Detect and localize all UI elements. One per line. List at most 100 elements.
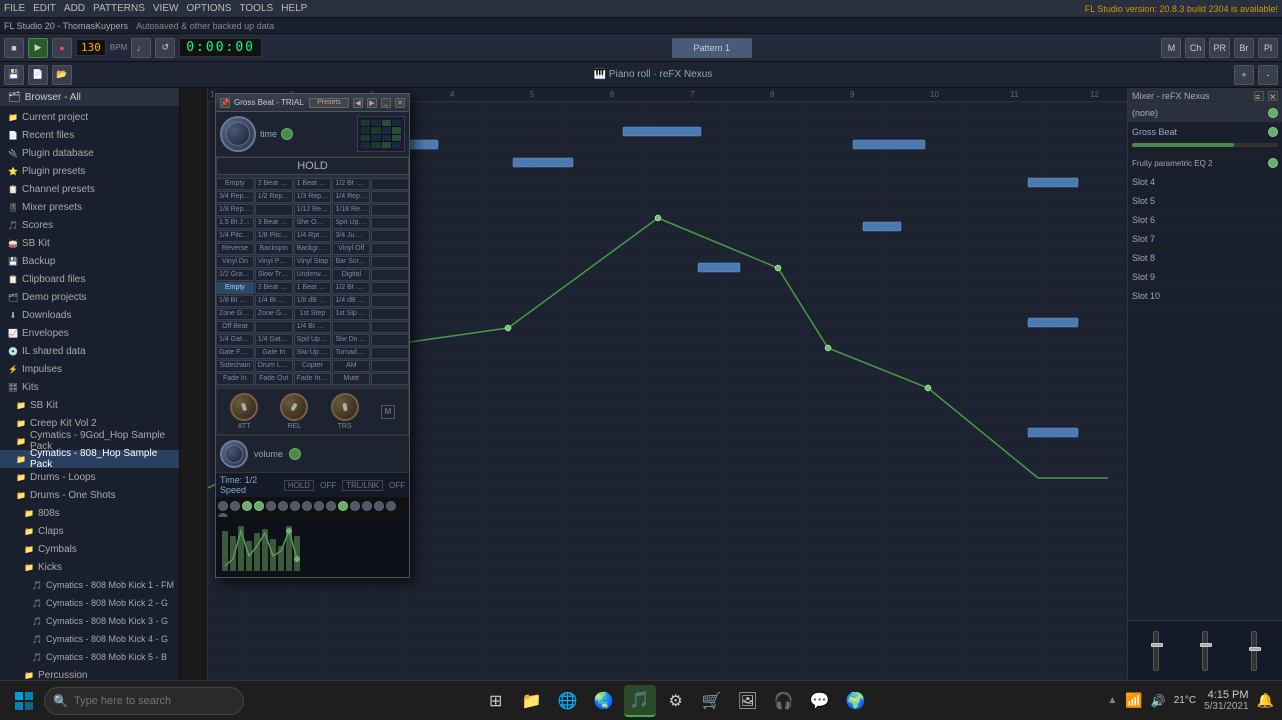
menu-view[interactable]: VIEW (153, 3, 179, 14)
pattern-selector[interactable]: Pattern 1 (672, 38, 752, 58)
sidebar-item-clipboard[interactable]: 📋 Clipboard files (0, 270, 179, 288)
preset-slwdngate[interactable]: Slw Dn Gate (332, 334, 370, 346)
preset-zone1[interactable]: Zone Gate 1 (216, 308, 254, 320)
hold-status-btn[interactable]: HOLD (284, 480, 314, 491)
preset-18btgate[interactable]: 1/8 Bt Gate (216, 295, 254, 307)
plugin-next-btn[interactable]: ▶ (367, 98, 377, 108)
preset-drumloop[interactable]: Drum Loop (255, 360, 293, 372)
preset-13[interactable]: 1/3 Repeat (294, 191, 332, 203)
preset-vinylstop[interactable]: Vinyl Stop (294, 256, 332, 268)
preset-half[interactable]: 1/2 Bt Gate (332, 178, 370, 190)
preset-fadeout[interactable]: Fade Out (255, 373, 293, 385)
seq-step-4[interactable] (254, 501, 264, 511)
preset-digital[interactable]: Digital (332, 269, 370, 281)
master-fader-track[interactable] (1153, 631, 1159, 671)
sidebar-item-backup[interactable]: 💾 Backup (0, 252, 179, 270)
preset-gatefade[interactable]: Gate Fade (216, 347, 254, 359)
new-btn[interactable]: 📄 (28, 65, 48, 85)
preset-zone2[interactable]: Zone Gate 2 (255, 308, 293, 320)
plugin-minimize-btn[interactable]: _ (381, 98, 391, 108)
sidebar-item-percussion[interactable]: 📁 Percussion (0, 666, 179, 680)
metronome-btn[interactable]: ♩ (131, 38, 151, 58)
menu-file[interactable]: FILE (4, 3, 25, 14)
mixer-ch-slot6[interactable]: Slot 6 (1128, 211, 1282, 230)
sidebar-item-808s[interactable]: 📁 808s (0, 504, 179, 522)
preset-empty7[interactable] (371, 230, 409, 242)
preset-spit[interactable]: Spit Up Rpt (332, 217, 370, 229)
zoom-out-btn[interactable]: - (1258, 65, 1278, 85)
rel-knob[interactable] (280, 393, 308, 421)
menu-tools[interactable]: TOOLS (239, 3, 273, 14)
preset-pitch14dn[interactable]: 1/4 Pitch Dn (216, 230, 254, 242)
spotify-taskbar-btn[interactable]: 🎧 (768, 685, 800, 717)
preset-empty18[interactable] (371, 347, 409, 359)
browser-btn[interactable]: Br (1234, 38, 1254, 58)
seq-step-1[interactable] (218, 501, 228, 511)
ch3-fader-handle[interactable] (1249, 647, 1261, 651)
browser-header[interactable]: 🗂 Browser - All (0, 88, 179, 106)
preset-empty8[interactable] (371, 243, 409, 255)
sidebar-item-claps[interactable]: 📁 Claps (0, 522, 179, 540)
trs-knob[interactable] (331, 393, 359, 421)
seq-step-12[interactable] (350, 501, 360, 511)
sidebar-item-cymbals[interactable]: 📁 Cymbals (0, 540, 179, 558)
menu-options[interactable]: OPTIONS (186, 3, 231, 14)
start-button[interactable] (8, 685, 40, 717)
seq-step-15[interactable] (386, 501, 396, 511)
browser2-taskbar-btn[interactable]: 🌍 (840, 685, 872, 717)
ch-gb-dot[interactable] (1268, 127, 1278, 137)
sidebar-item-kick2[interactable]: 🎵 Cymatics - 808 Mob Kick 2 - G (0, 594, 179, 612)
preset-1beatgate[interactable]: 1 Beat Gate (294, 282, 332, 294)
mixer-ch-fruityeq[interactable]: Fruity parametric EQ 2 (1128, 154, 1282, 173)
sidebar-item-kick1[interactable]: 🎵 Cymatics - 808 Mob Kick 1 - FM (0, 576, 179, 594)
plugins-btn[interactable]: Pl (1258, 38, 1278, 58)
loop-btn[interactable]: ↺ (155, 38, 175, 58)
ch-eq-dot[interactable] (1268, 158, 1278, 168)
settings-taskbar-btn[interactable]: ⚙ (660, 685, 692, 717)
preset-empty11[interactable] (371, 282, 409, 294)
preset-1beat[interactable]: 1 Beat Rpt (294, 178, 332, 190)
mixer-menu-btn[interactable]: ≡ (1254, 91, 1264, 101)
preset-12grams[interactable]: 1/2 Grams (216, 269, 254, 281)
sidebar-item-il-shared[interactable]: 💿 IL shared data (0, 342, 179, 360)
preset-empty12[interactable] (371, 295, 409, 307)
preset-fadein[interactable]: Fade In (216, 373, 254, 385)
sidebar-item-mixer-presets[interactable]: 🎚 Mixer presets (0, 198, 179, 216)
preset-empty10[interactable] (371, 269, 409, 281)
edge-btn[interactable]: 🌐 (552, 685, 584, 717)
mixer-btn[interactable]: M (1161, 38, 1181, 58)
time-knob[interactable] (220, 116, 256, 152)
preset-underwater[interactable]: Underwater (294, 269, 332, 281)
record-button[interactable]: ● (52, 38, 72, 58)
preset-gate-empty[interactable]: Empty (216, 282, 254, 294)
preset-juggle15[interactable]: 1.5 Bt Juggle (216, 217, 254, 229)
ch-active-dot[interactable] (1268, 108, 1278, 118)
mixer-ch-slot10[interactable]: Slot 10 (1128, 287, 1282, 306)
clock[interactable]: 4:15 PM 5/31/2021 (1204, 689, 1249, 712)
preset-2beat[interactable]: 2 Beat Rpt (255, 178, 293, 190)
preset-mute[interactable]: Mute (332, 373, 370, 385)
seq-step-10[interactable] (326, 501, 336, 511)
sidebar-item-plugin-database[interactable]: 🔌 Plugin database (0, 144, 179, 162)
preset-18dbgate[interactable]: 1/8 dB Gate (294, 295, 332, 307)
trllnk-btn[interactable]: TRL/LNK (342, 480, 383, 491)
seq-step-2[interactable] (230, 501, 240, 511)
preset-14dbgate[interactable]: 1/4 dB Gate (332, 295, 370, 307)
step-sequencer-row[interactable] (216, 497, 409, 517)
channel-rack-btn[interactable]: Ch (1185, 38, 1205, 58)
sidebar-item-downloads[interactable]: ⬇ Downloads (0, 306, 179, 324)
play-button[interactable]: ▶ (28, 38, 48, 58)
preset-14swing[interactable]: 1/4 Bt Swing (294, 321, 332, 333)
preset-sheown[interactable]: She Own Rpt (294, 217, 332, 229)
preset-empty6[interactable] (371, 217, 409, 229)
stop-button[interactable]: ■ (4, 38, 24, 58)
save-btn[interactable]: 💾 (4, 65, 24, 85)
sidebar-item-drums-loops[interactable]: 📁 Drums - Loops (0, 468, 179, 486)
ch3-fader-track[interactable] (1251, 631, 1257, 671)
preset-rptswing[interactable]: 1/4 Rpt Swing (294, 230, 332, 242)
preset-empty2[interactable] (371, 178, 409, 190)
preset-barscratch[interactable]: Bar Scratch (332, 256, 370, 268)
preset-vinylpush[interactable]: Vinyl Push (255, 256, 293, 268)
ch-gb-fader[interactable] (1132, 143, 1278, 147)
seq-step-8[interactable] (302, 501, 312, 511)
